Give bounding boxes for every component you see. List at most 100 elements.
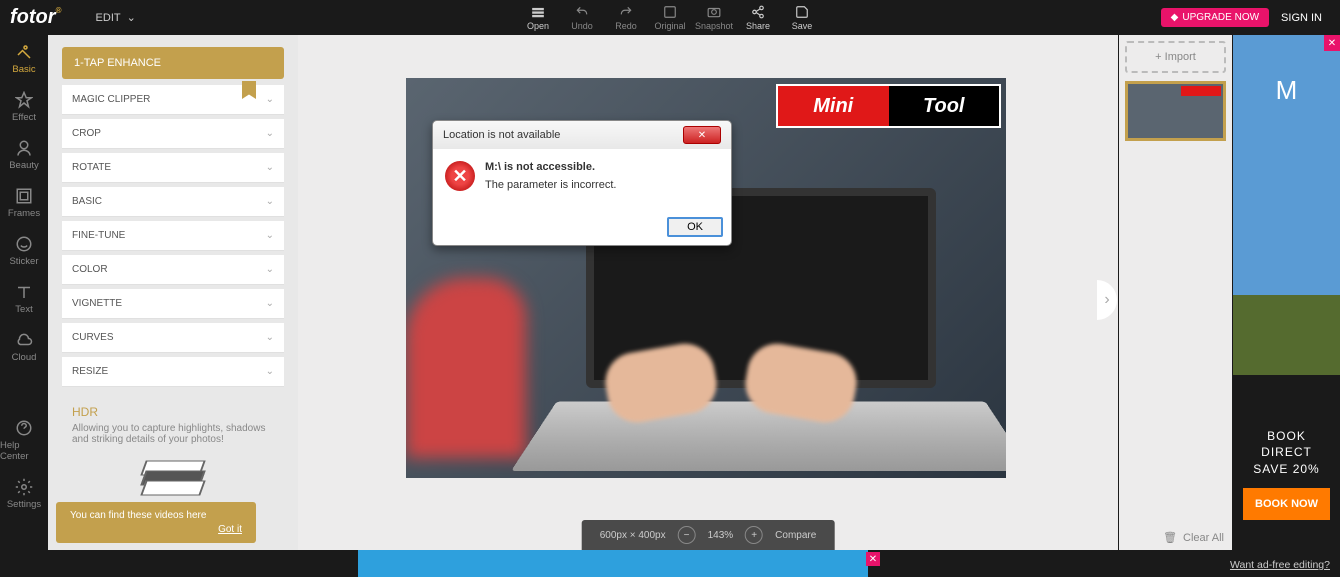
minitool-left: Mini (778, 86, 889, 126)
tool-color[interactable]: COLOR ⌄ (62, 255, 284, 285)
hdr-promo[interactable]: HDR Allowing you to capture highlights, … (62, 395, 284, 508)
tool-label: CROP (72, 128, 101, 139)
chevron-down-icon: ⌄ (266, 162, 274, 173)
tool-curves[interactable]: CURVES⌄ (62, 323, 284, 353)
canvas-area: Mini Tool Location is not available ✕ ✕ … (298, 35, 1118, 550)
tool-label: ROTATE (72, 162, 111, 173)
redo-button[interactable]: Redo (604, 3, 648, 33)
tutorial-tooltip: You can find these videos here Got it (56, 502, 256, 543)
share-label: Share (746, 21, 770, 31)
canvas-image[interactable]: Mini Tool Location is not available ✕ ✕ … (406, 78, 1006, 478)
compare-button[interactable]: Compare (775, 530, 816, 541)
share-button[interactable]: Share (736, 3, 780, 33)
open-button[interactable]: Open (516, 3, 560, 33)
undo-button[interactable]: Undo (560, 3, 604, 33)
dialog-body: ✕ M:\ is not accessible. The parameter i… (433, 149, 731, 209)
image-thumbnail[interactable] (1125, 81, 1226, 141)
edit-menu-label: EDIT (96, 12, 121, 24)
tool-label: MAGIC CLIPPER (72, 94, 150, 105)
dialog-title: Location is not available (443, 129, 560, 141)
image-content (406, 278, 526, 458)
chevron-down-icon: ⌄ (266, 366, 274, 377)
chevron-down-icon: ⌄ (266, 94, 274, 105)
original-button[interactable]: Original (648, 3, 692, 33)
tool-label: VIGNETTE (72, 298, 122, 309)
enhance-button[interactable]: 1-TAP ENHANCE (62, 47, 284, 79)
sidebar-item-basic[interactable]: Basic (0, 35, 48, 83)
tool-label: RESIZE (72, 366, 108, 377)
windows-error-dialog: Location is not available ✕ ✕ M:\ is not… (432, 120, 732, 246)
hdr-title: HDR (72, 405, 274, 419)
save-button[interactable]: Save (780, 3, 824, 33)
chevron-down-icon: ⌄ (266, 128, 274, 139)
sidebar-item-beauty[interactable]: Beauty (0, 131, 48, 179)
redo-label: Redo (615, 21, 637, 31)
import-label: Import (1165, 51, 1196, 63)
sidebar-label-cloud: Cloud (12, 352, 37, 363)
dialog-titlebar: Location is not available ✕ (433, 121, 731, 149)
undo-label: Undo (571, 21, 593, 31)
dialog-line1: M:\ is not accessible. (485, 161, 616, 173)
sidebar-item-cloud[interactable]: Cloud (0, 323, 48, 371)
footer-ad-close-button[interactable]: ✕ (866, 552, 880, 566)
adfree-link[interactable]: Want ad-free editing? (1230, 559, 1330, 571)
ad-line3: SAVE 20% (1253, 461, 1319, 478)
ad-cta-button[interactable]: BOOK NOW (1243, 488, 1330, 520)
close-icon: ✕ (698, 130, 706, 141)
sidebar-left: Basic Effect Beauty Frames Sticker Text … (0, 35, 48, 550)
sidebar-item-frames[interactable]: Frames (0, 179, 48, 227)
dialog-ok-button: OK (667, 217, 723, 237)
sidebar-item-help[interactable]: Help Center (0, 411, 48, 470)
ad-sidebar[interactable]: ✕ M BOOK DIRECT SAVE 20% BOOK NOW (1233, 35, 1340, 550)
chevron-down-icon: ⌄ (266, 332, 274, 343)
edit-menu[interactable]: EDIT ⌄ (96, 11, 136, 24)
tool-rotate[interactable]: ROTATE ⌄ (62, 153, 284, 183)
ad-text: BOOK DIRECT SAVE 20% (1253, 428, 1319, 478)
ad-line1: BOOK (1253, 428, 1319, 445)
hdr-description: Allowing you to capture highlights, shad… (72, 423, 274, 445)
topbar: fotor EDIT ⌄ Open Undo Redo Original Sna… (0, 0, 1340, 35)
tools-panel: 1-TAP ENHANCE MAGIC CLIPPER ⌄ CROP ⌄ ROTAT… (48, 35, 298, 550)
tool-vignette[interactable]: VIGNETTE ⌄ (62, 289, 284, 319)
topbar-right: ◆ UPGRADE NOW SIGN IN (1161, 8, 1330, 27)
bookmark-icon (242, 81, 256, 99)
tool-magic-clipper[interactable]: MAGIC CLIPPER ⌄ (62, 85, 284, 115)
sidebar-item-settings[interactable]: Settings (0, 470, 48, 518)
sidebar-label-settings: Settings (7, 499, 41, 510)
minitool-right: Tool (889, 86, 1000, 126)
sidebar-item-effect[interactable]: Effect (0, 83, 48, 131)
zoom-level: 143% (708, 530, 734, 541)
tool-basic[interactable]: BASIC⌄ (62, 187, 284, 217)
tool-label: COLOR (72, 264, 108, 275)
diamond-icon: ◆ (1171, 12, 1179, 23)
chevron-down-icon: ⌄ (266, 264, 274, 275)
tool-label: FINE-TUNE (72, 230, 125, 241)
footer-ad[interactable]: ✕ (358, 550, 868, 577)
original-label: Original (654, 21, 685, 31)
sidebar-item-text[interactable]: Text (0, 275, 48, 323)
tooltip-dismiss-button[interactable]: Got it (70, 524, 242, 535)
upgrade-label: UPGRADE NOW (1182, 12, 1259, 23)
ad-logo-icon: M (1276, 75, 1298, 106)
signin-button[interactable]: SIGN IN (1281, 12, 1330, 24)
zoom-out-button[interactable]: − (678, 526, 696, 544)
ad-close-button[interactable]: ✕ (1324, 35, 1340, 51)
sidebar-item-sticker[interactable]: Sticker (0, 227, 48, 275)
tool-finetune[interactable]: FINE-TUNE⌄ (62, 221, 284, 251)
dialog-line2: The parameter is incorrect. (485, 179, 616, 191)
clear-all-button[interactable]: 🗑 Clear All (1163, 531, 1224, 544)
snapshot-button[interactable]: Snapshot (692, 3, 736, 33)
import-button[interactable]: + Import (1125, 41, 1226, 73)
sidebar-label-beauty: Beauty (9, 160, 39, 171)
minitool-badge: Mini Tool (776, 84, 1001, 128)
clear-all-label: Clear All (1183, 532, 1224, 544)
upgrade-button[interactable]: ◆ UPGRADE NOW (1161, 8, 1269, 27)
sidebar-label-text: Text (15, 304, 32, 315)
sidebar-label-effect: Effect (12, 112, 36, 123)
chevron-down-icon: ⌄ (266, 196, 274, 207)
tool-resize[interactable]: RESIZE ⌄ (62, 357, 284, 387)
sidebar-label-frames: Frames (8, 208, 40, 219)
zoom-in-button[interactable]: + (745, 526, 763, 544)
chevron-down-icon: ⌄ (266, 298, 274, 309)
tool-crop[interactable]: CROP ⌄ (62, 119, 284, 149)
